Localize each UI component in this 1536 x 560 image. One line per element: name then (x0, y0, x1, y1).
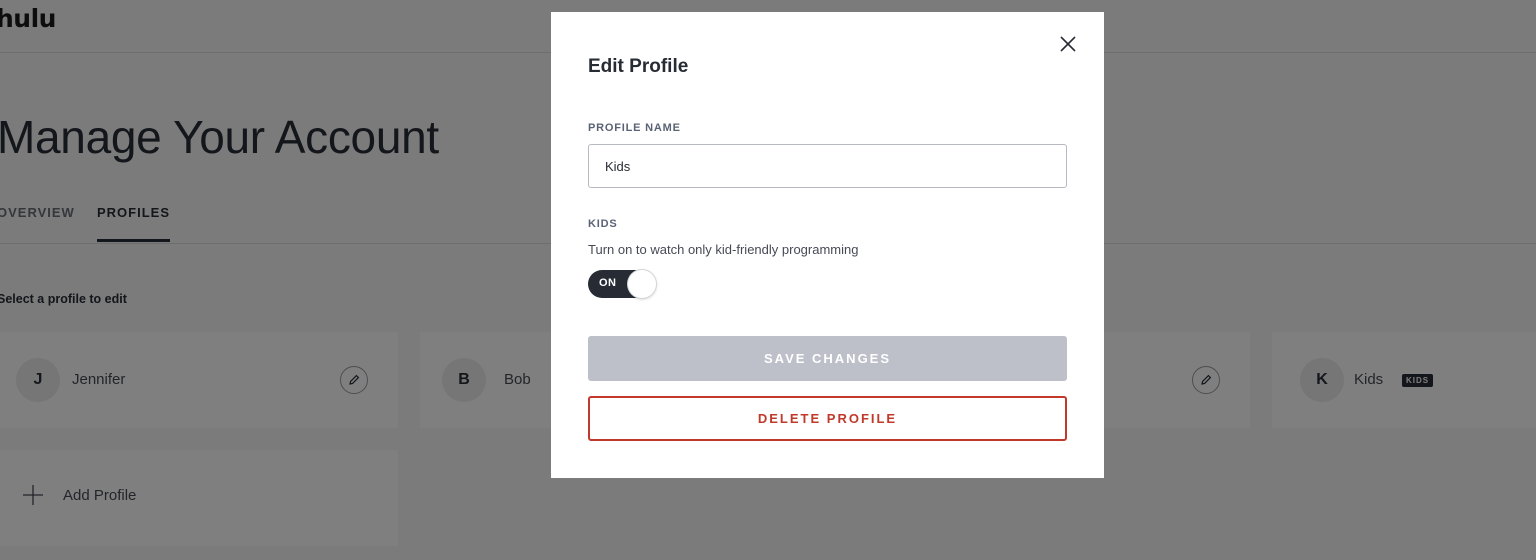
close-button[interactable] (1057, 33, 1079, 55)
edit-profile-modal: Edit Profile PROFILE NAME KIDS Turn on t… (551, 12, 1104, 478)
close-icon (1060, 36, 1076, 52)
profile-name-input[interactable] (588, 144, 1067, 188)
toggle-state-label: ON (599, 277, 617, 289)
profile-name-label: PROFILE NAME (588, 122, 681, 134)
kids-label: KIDS (588, 218, 618, 230)
save-changes-button[interactable]: SAVE CHANGES (588, 336, 1067, 381)
kids-description: Turn on to watch only kid-friendly progr… (588, 242, 859, 257)
modal-title: Edit Profile (588, 56, 689, 77)
delete-profile-button[interactable]: DELETE PROFILE (588, 396, 1067, 441)
kids-toggle[interactable]: ON (588, 270, 656, 298)
toggle-knob (628, 270, 656, 298)
